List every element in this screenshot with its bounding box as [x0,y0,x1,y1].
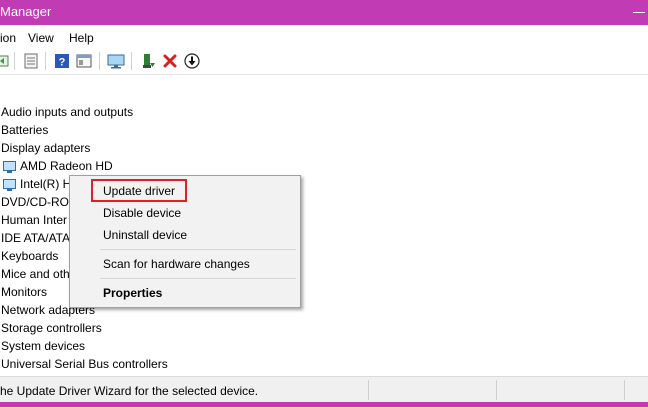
menu-item-scan-hardware[interactable]: Scan for hardware changes [103,257,250,271]
toolbar: ? [0,48,648,75]
enable-device-icon[interactable] [140,53,156,69]
toolbar-separator [131,52,132,70]
status-divider [496,380,497,400]
tree-item-audio[interactable]: Audio inputs and outputs [1,103,133,121]
menu-item-update-driver[interactable]: Update driver [103,184,175,198]
toolbar-separator [45,52,46,70]
menu-item-disable-device[interactable]: Disable device [103,206,181,220]
tree-item-amd-radeon[interactable]: AMD Radeon HD [20,157,113,175]
tree-item-mice[interactable]: Mice and oth [1,265,70,283]
view-icon[interactable] [76,53,92,69]
menu-item-properties[interactable]: Properties [103,286,162,300]
tree-item-human-interface[interactable]: Human Inter [1,211,67,229]
tree-item-keyboards[interactable]: Keyboards [1,247,58,265]
menu-separator [100,249,296,250]
status-divider [624,380,625,400]
window-title: Manager [0,4,52,19]
menu-item-uninstall-device[interactable]: Uninstall device [103,228,187,242]
tree-item-batteries[interactable]: Batteries [1,121,48,139]
uninstall-icon[interactable] [162,53,178,69]
tree-item-system-devices[interactable]: System devices [1,337,85,355]
tree-item-ide-ata[interactable]: IDE ATA/ATA [1,229,70,247]
status-text: he Update Driver Wizard for the selected… [0,384,259,398]
tree-item-display-adapters[interactable]: Display adapters [1,139,90,157]
window-frame [0,402,648,407]
toolbar-separator [14,52,15,70]
display-adapter-icon [3,161,16,173]
tree-item-storage-controllers[interactable]: Storage controllers [1,319,102,337]
minimize-button[interactable] [633,12,645,13]
display-adapter-icon [3,179,16,191]
menu-separator [100,278,296,279]
context-menu: Update driver Disable device Uninstall d… [69,175,301,308]
help-icon[interactable]: ? [54,53,70,69]
title-bar: Manager [0,0,648,25]
properties-icon[interactable] [23,53,39,69]
svg-text:?: ? [59,57,66,69]
menu-help[interactable]: Help [69,31,94,45]
tree-item-intel-graphics[interactable]: Intel(R) H [20,175,71,193]
update-driver-icon[interactable] [184,53,200,69]
status-divider [368,380,369,400]
toolbar-separator [99,52,100,70]
menu-bar: ion View Help [0,25,648,48]
tree-item-monitors[interactable]: Monitors [1,283,47,301]
tree-item-usb-controllers[interactable]: Universal Serial Bus controllers [1,355,168,373]
menu-action[interactable]: ion [0,31,16,45]
tree-item-dvd-cd-rom[interactable]: DVD/CD-ROI [1,193,72,211]
back-icon[interactable] [0,53,10,69]
menu-view[interactable]: View [28,31,54,45]
monitor-icon[interactable] [107,53,125,69]
